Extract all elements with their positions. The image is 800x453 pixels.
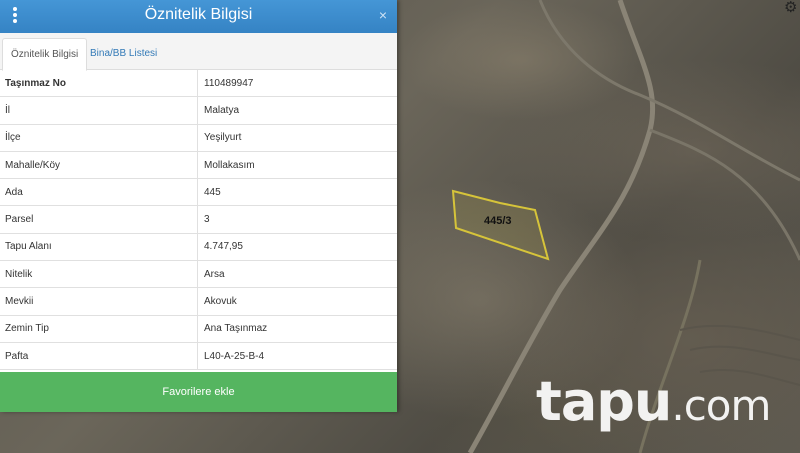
attribute-key: Mevkii [0, 287, 198, 316]
table-row: Zemin Tip Ana Taşınmaz [0, 315, 397, 343]
tab-building-list[interactable]: Bina/BB Listesi [82, 38, 165, 69]
gear-icon[interactable]: ⚙ [784, 0, 800, 16]
tab-bar: Öznitelik Bilgisi Bina/BB Listesi [0, 33, 397, 71]
attribute-value: Ana Taşınmaz [197, 315, 397, 343]
add-favorites-button[interactable]: Favorilere ekle [0, 372, 397, 412]
attribute-key: İlçe [0, 124, 198, 152]
close-icon[interactable]: × [379, 7, 387, 23]
attribute-key: Ada [0, 178, 198, 207]
road [649, 128, 800, 261]
attribute-value: Malatya [197, 96, 397, 125]
table-row: Parsel 3 [0, 205, 397, 234]
attribute-value: Arsa [197, 260, 397, 289]
attribute-key: Zemin Tip [0, 315, 198, 343]
attribute-value: Akovuk [197, 287, 397, 316]
attribute-value: L40-A-25-B-4 [197, 342, 397, 371]
attribute-value: Mollakasım [197, 151, 397, 180]
table-row: Pafta L40-A-25-B-4 [0, 342, 397, 371]
road [538, 0, 800, 182]
attribute-value: 3 [197, 205, 397, 234]
attribute-key: Taşınmaz No [0, 70, 198, 98]
attribute-table: Taşınmaz No 110489947 İl Malatya İlçe Yeşilyu… [0, 70, 397, 371]
table-row: İlçe Yeşilyurt [0, 124, 397, 152]
table-row: Taşınmaz No 110489947 [0, 70, 397, 98]
table-row: Mahalle/Köy Mollakasım [0, 151, 397, 180]
attribute-value: Yeşilyurt [197, 124, 397, 152]
attribute-key: Nitelik [0, 260, 198, 289]
table-row: Tapu Alanı 4.747,95 [0, 233, 397, 262]
tapu-watermark: tapu.com [536, 370, 771, 433]
table-row: İl Malatya [0, 96, 397, 125]
attribute-key: Pafta [0, 342, 198, 371]
attribute-key: İl [0, 96, 198, 125]
attribute-panel: Öznitelik Bilgisi × Öznitelik Bilgisi Bi… [0, 0, 397, 412]
parcel-label: 445/3 [484, 215, 512, 227]
attribute-key: Tapu Alanı [0, 233, 198, 262]
attribute-key: Parsel [0, 205, 198, 234]
attribute-value: 110489947 [197, 70, 397, 98]
attribute-value: 4.747,95 [197, 233, 397, 262]
tab-attribute-info[interactable]: Öznitelik Bilgisi [2, 38, 88, 71]
panel-title: Öznitelik Bilgisi [144, 6, 253, 23]
table-row: Ada 445 [0, 178, 397, 207]
table-row: Mevkii Akovuk [0, 287, 397, 316]
table-row: Nitelik Arsa [0, 260, 397, 289]
panel-header: Öznitelik Bilgisi × [0, 0, 397, 33]
attribute-key: Mahalle/Köy [0, 151, 198, 180]
attribute-value: 445 [197, 178, 397, 207]
